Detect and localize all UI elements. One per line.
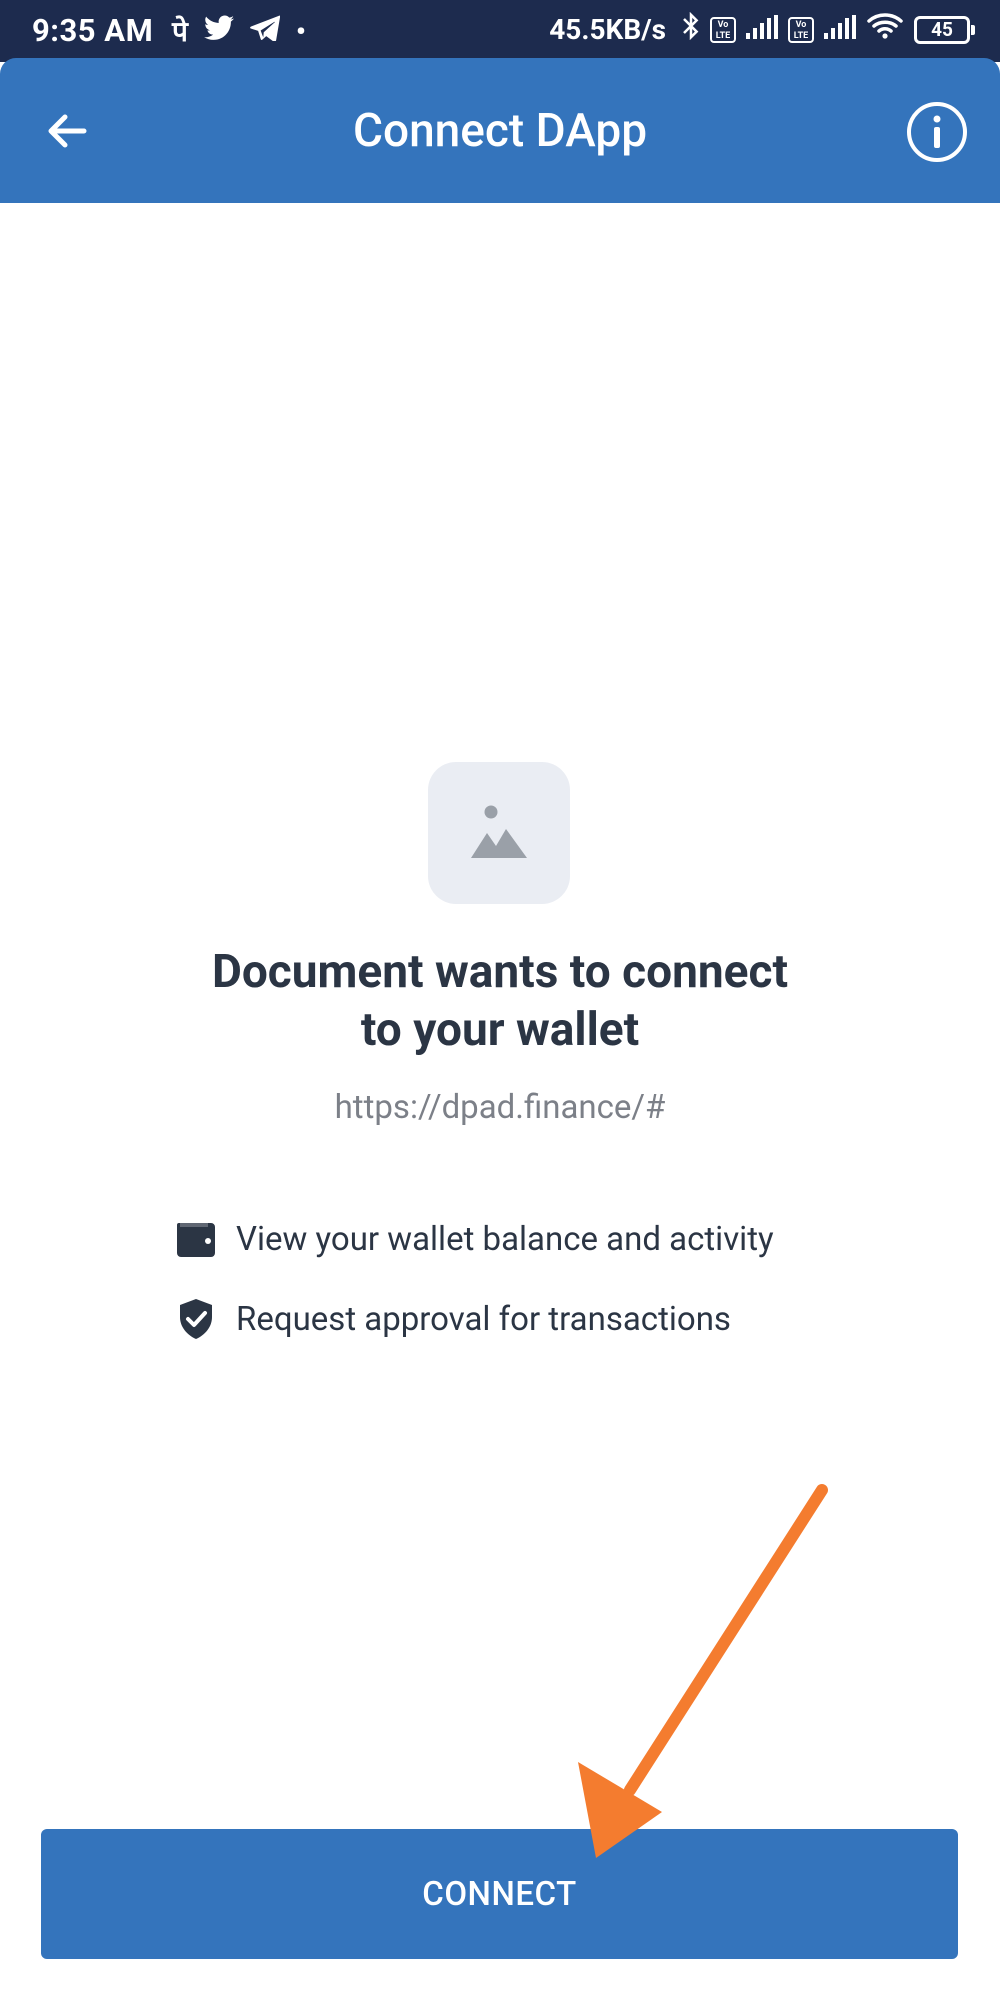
shield-check-icon xyxy=(174,1297,218,1341)
heading-line-2: to your wallet xyxy=(360,1003,640,1057)
permission-list: View your wallet balance and activity Re… xyxy=(174,1214,774,1374)
permission-item-balance: View your wallet balance and activity xyxy=(174,1214,774,1264)
heading-line-1: Document wants to connect xyxy=(211,945,789,999)
status-time: 9:35 AM xyxy=(32,12,154,49)
app-header: Connect DApp xyxy=(0,58,1000,203)
dot-indicator: • xyxy=(295,14,306,48)
signal-icon-2 xyxy=(824,13,856,46)
info-button[interactable] xyxy=(906,101,968,163)
connect-heading: Document wants to connect to your wallet xyxy=(0,943,1000,1059)
network-speed: 45.5KB/s xyxy=(549,13,666,46)
page-title: Connect DApp xyxy=(352,104,648,158)
status-bar: 9:35 AM पे • 45.5KB/s Vo LTE Vo LTE 45 xyxy=(0,0,1000,62)
permission-label-transactions: Request approval for transactions xyxy=(236,1299,731,1339)
volte-icon: Vo LTE xyxy=(710,16,736,43)
wifi-icon xyxy=(866,12,904,47)
connect-button[interactable]: CONNECT xyxy=(41,1829,958,1959)
status-notification-icons: पे • xyxy=(172,12,306,50)
image-placeholder-icon xyxy=(471,805,527,858)
telegram-icon xyxy=(250,15,280,48)
twitter-icon xyxy=(203,15,234,48)
volte-icon-2: Vo LTE xyxy=(788,16,814,43)
signal-icon xyxy=(746,13,778,46)
wallet-icon xyxy=(174,1217,218,1261)
battery-icon: 45 xyxy=(914,15,975,44)
permission-label-balance: View your wallet balance and activity xyxy=(236,1219,774,1259)
phonepe-icon: पे xyxy=(172,15,188,48)
dapp-logo-placeholder xyxy=(428,762,570,904)
status-right-icons: 45.5KB/s Vo LTE Vo LTE 45 xyxy=(549,11,975,47)
info-icon xyxy=(907,102,967,162)
bluetooth-icon xyxy=(682,11,700,47)
dapp-url: https://dpad.finance/# xyxy=(334,1088,666,1127)
permission-item-transactions: Request approval for transactions xyxy=(174,1294,774,1344)
